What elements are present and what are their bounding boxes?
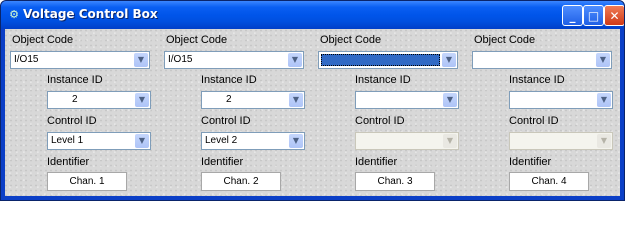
instance-id-select-2[interactable]: 2 ▼ [201,91,305,109]
close-button[interactable]: ✕ [604,5,624,26]
instance-id-value-1: 2 [72,94,78,105]
client-area: Object Code I/O15 ▼ Instance ID 2 ▼ Cont… [5,29,620,196]
chevron-down-icon: ▼ [597,134,611,148]
identifier-label-3: Identifier [355,156,398,168]
object-code-label-1: Object Code [12,34,74,46]
object-code-label-3: Object Code [320,34,382,46]
object-code-select-4[interactable]: ▼ [472,51,612,69]
control-id-select-2[interactable]: Level 2 ▼ [201,132,305,150]
object-code-select-1[interactable]: I/O15 ▼ [10,51,150,69]
chevron-down-icon[interactable]: ▼ [289,134,303,148]
chevron-down-icon[interactable]: ▼ [596,53,610,67]
control-id-select-4: ▼ [509,132,613,150]
control-id-select-1[interactable]: Level 1 ▼ [47,132,151,150]
identifier-label-2: Identifier [201,156,244,168]
control-id-value-2: Level 2 [205,135,238,146]
instance-id-label-2: Instance ID [201,74,257,86]
maximize-button[interactable]: □ [583,5,604,26]
chevron-down-icon[interactable]: ▼ [135,134,149,148]
chevron-down-icon[interactable]: ▼ [597,93,611,107]
instance-id-value-2: 2 [226,94,232,105]
window-title: Voltage Control Box [23,7,158,21]
object-code-value-2: I/O15 [168,54,193,65]
instance-id-label-3: Instance ID [355,74,411,86]
chevron-down-icon[interactable]: ▼ [443,93,457,107]
identifier-field-3[interactable]: Chan. 3 [355,172,435,191]
selection-highlight [321,54,440,66]
control-id-value-1: Level 1 [51,135,84,146]
voltage-control-window: ⚙ Voltage Control Box _ □ ✕ Object Code … [0,0,625,201]
identifier-field-4[interactable]: Chan. 4 [509,172,589,191]
instance-id-label-4: Instance ID [509,74,565,86]
control-id-select-3: ▼ [355,132,459,150]
object-code-label-2: Object Code [166,34,228,46]
identifier-label-1: Identifier [47,156,90,168]
instance-id-select-1[interactable]: 2 ▼ [47,91,151,109]
chevron-down-icon[interactable]: ▼ [288,53,302,67]
chevron-down-icon[interactable]: ▼ [289,93,303,107]
object-code-label-4: Object Code [474,34,536,46]
chevron-down-icon[interactable]: ▼ [135,93,149,107]
control-id-label-1: Control ID [47,115,97,127]
identifier-field-2[interactable]: Chan. 2 [201,172,281,191]
control-id-label-4: Control ID [509,115,559,127]
instance-id-label-1: Instance ID [47,74,103,86]
object-code-select-3[interactable]: ▼ [318,51,458,69]
chevron-down-icon[interactable]: ▼ [134,53,148,67]
control-id-label-2: Control ID [201,115,251,127]
title-bar[interactable]: ⚙ Voltage Control Box _ □ ✕ [1,1,624,29]
instance-id-select-4[interactable]: ▼ [509,91,613,109]
object-code-value-1: I/O15 [14,54,39,65]
chevron-down-icon[interactable]: ▼ [442,53,456,67]
chevron-down-icon: ▼ [443,134,457,148]
control-id-label-3: Control ID [355,115,405,127]
object-code-select-2[interactable]: I/O15 ▼ [164,51,304,69]
identifier-field-1[interactable]: Chan. 1 [47,172,127,191]
minimize-button[interactable]: _ [562,5,583,26]
app-icon: ⚙ [9,8,19,21]
identifier-label-4: Identifier [509,156,552,168]
instance-id-select-3[interactable]: ▼ [355,91,459,109]
